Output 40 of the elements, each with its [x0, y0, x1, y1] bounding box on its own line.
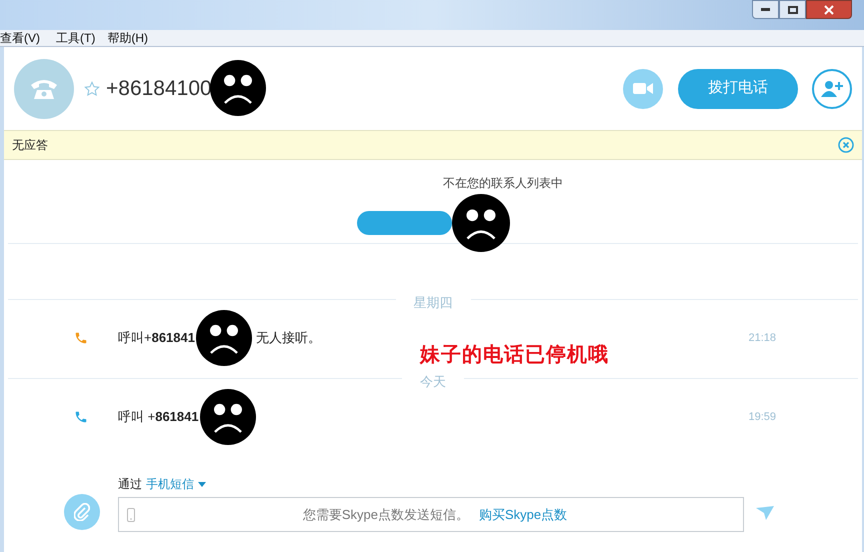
- sad-face-icon: [210, 60, 266, 116]
- call-time: 21:18: [748, 330, 776, 346]
- call-button[interactable]: 拨打电话: [678, 68, 798, 108]
- close-icon: [824, 4, 834, 14]
- call-log-text: 呼叫 +861841: [118, 408, 199, 426]
- call-result-text: 无人接听。: [256, 329, 321, 348]
- paperclip-icon: [74, 503, 90, 521]
- sms-notice-text: 您需要Skype点数发送短信。: [302, 506, 469, 524]
- add-contact-button[interactable]: [812, 68, 852, 108]
- contact-status-text: 不在您的联系人列表中: [443, 175, 563, 192]
- call-log-text: 呼叫+861841: [118, 329, 195, 348]
- video-call-button[interactable]: [623, 68, 663, 108]
- buy-credit-link[interactable]: 购买Skype点数: [479, 504, 568, 524]
- maximize-button[interactable]: [779, 0, 806, 19]
- attach-button[interactable]: [64, 494, 100, 530]
- video-camera-icon: [633, 82, 653, 95]
- sad-face-icon: [200, 389, 256, 445]
- sad-face-icon: [196, 310, 252, 366]
- message-field[interactable]: 您需要Skype点数发送短信。 购买Skype点数: [118, 497, 744, 532]
- minimize-button[interactable]: [752, 0, 779, 19]
- menu-item[interactable]: 工具(T): [56, 29, 96, 47]
- via-label: 通过: [118, 476, 142, 493]
- sms-dropdown[interactable]: 手机短信: [146, 475, 206, 493]
- sad-face-icon: [452, 194, 510, 252]
- close-button[interactable]: [806, 0, 852, 19]
- send-icon[interactable]: [756, 506, 774, 520]
- menu-item[interactable]: 帮助(H): [107, 29, 148, 47]
- mobile-phone-icon: [127, 508, 135, 522]
- add-contact-pill[interactable]: [356, 211, 452, 235]
- contact-name: +86184100: [106, 76, 212, 102]
- notice-text: 无应答: [12, 137, 48, 154]
- close-icon[interactable]: [838, 137, 854, 153]
- star-icon[interactable]: [84, 80, 100, 96]
- call-time: 19:59: [748, 410, 776, 425]
- add-person-icon: [821, 80, 843, 98]
- caret-icon: [198, 482, 206, 486]
- phone-icon: [74, 410, 88, 424]
- phone-icon: [74, 331, 88, 345]
- annotation-text: 妹子的电话已停机哦: [420, 343, 609, 367]
- menu-item[interactable]: 查看(V): [0, 29, 40, 47]
